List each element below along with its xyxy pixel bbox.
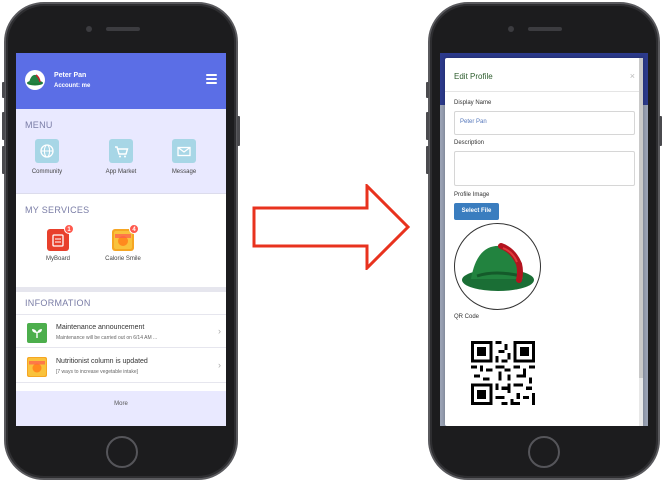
chevron-right-icon: › xyxy=(218,360,221,370)
notification-badge: 4 xyxy=(129,224,139,234)
services-section-title: MY SERVICES xyxy=(25,205,90,215)
envelope-icon xyxy=(172,139,196,163)
hamburger-menu-icon[interactable] xyxy=(206,74,217,85)
app-header: Peter Pan Account: me xyxy=(16,53,226,109)
volume-up-button xyxy=(426,112,429,140)
front-camera xyxy=(86,26,92,32)
qr-code-label: QR Code xyxy=(454,314,480,320)
menu-section-title: MENU xyxy=(25,120,53,130)
info-item-maintenance[interactable]: Maintenance announcement Maintenance wil… xyxy=(16,314,226,348)
right-screen: Edit Profile × Display Name Peter Pan De… xyxy=(440,53,648,426)
cart-icon xyxy=(109,139,133,163)
notification-badge: 1 xyxy=(64,224,74,234)
scrollbar-thumb[interactable] xyxy=(639,58,643,378)
sprout-icon xyxy=(27,323,47,343)
globe-icon xyxy=(35,139,59,163)
display-name-label: Display Name xyxy=(454,100,492,106)
profile-image-label: Profile Image xyxy=(454,192,490,198)
info-item-title: Maintenance announcement xyxy=(56,324,145,331)
front-camera xyxy=(508,26,514,32)
service-label: Calorie Smile xyxy=(105,256,141,262)
left-phone: Peter Pan Account: me MENU Community App… xyxy=(2,2,240,480)
volume-down-button xyxy=(426,146,429,174)
qr-code-icon xyxy=(471,341,535,405)
service-calorie-smile[interactable]: 4 Calorie Smile xyxy=(95,224,151,262)
edit-profile-modal: Edit Profile × Display Name Peter Pan De… xyxy=(445,58,643,426)
hat-image-icon xyxy=(462,243,534,291)
avatar[interactable] xyxy=(25,70,45,90)
service-label: MyBoard xyxy=(45,256,70,262)
speaker-grille xyxy=(528,27,562,31)
right-arrow-icon xyxy=(252,184,411,270)
mute-switch xyxy=(2,82,5,98)
more-button[interactable]: More xyxy=(16,391,226,426)
info-item-subtitle: Maintenance will be carried out on 6/14 … xyxy=(56,335,158,341)
menu-item-label: Message xyxy=(171,169,197,175)
power-button xyxy=(659,116,662,146)
speaker-grille xyxy=(106,27,140,31)
volume-up-button xyxy=(2,112,5,140)
menu-item-label: Community xyxy=(31,169,63,175)
close-icon[interactable]: × xyxy=(630,71,635,81)
information-section: INFORMATION Maintenance announcement Mai… xyxy=(16,292,226,391)
information-section-title: INFORMATION xyxy=(25,298,91,308)
right-phone: Edit Profile × Display Name Peter Pan De… xyxy=(426,2,662,480)
hat-avatar-icon xyxy=(27,74,43,86)
mute-switch xyxy=(426,82,429,98)
menu-item-label: App Market xyxy=(105,169,137,175)
select-file-button[interactable]: Select File xyxy=(454,203,499,220)
modal-title: Edit Profile xyxy=(454,72,493,81)
calorie-icon xyxy=(27,357,47,377)
menu-section: MENU Community App Market Message xyxy=(16,109,226,193)
menu-item-message[interactable]: Message xyxy=(159,139,209,175)
left-screen: Peter Pan Account: me MENU Community App… xyxy=(16,53,226,426)
home-button xyxy=(528,436,560,468)
profile-image-preview xyxy=(454,223,541,310)
menu-item-community[interactable]: Community xyxy=(22,139,72,175)
info-item-title: Nutritionist column is updated xyxy=(56,358,148,365)
description-label: Description xyxy=(454,140,485,146)
modal-scrollbar[interactable] xyxy=(639,58,643,426)
display-name-value: Peter Pan xyxy=(460,119,487,125)
menu-item-app-market[interactable]: App Market xyxy=(96,139,146,175)
modal-header: Edit Profile × xyxy=(445,58,643,92)
chevron-right-icon: › xyxy=(218,326,221,336)
info-item-nutritionist[interactable]: Nutritionist column is updated [7 ways t… xyxy=(16,349,226,383)
power-button xyxy=(237,116,240,146)
calorie-icon: 4 xyxy=(112,224,139,251)
board-icon: 1 xyxy=(47,224,74,251)
info-item-subtitle: [7 ways to increase vegetable intake] xyxy=(56,369,138,375)
services-section: MY SERVICES 1 MyBoard 4 Calorie Smile xyxy=(16,193,226,287)
home-button xyxy=(106,436,138,468)
service-myboard[interactable]: 1 MyBoard xyxy=(30,224,86,262)
volume-down-button xyxy=(2,146,5,174)
description-textarea[interactable] xyxy=(454,151,635,186)
user-name: Peter Pan xyxy=(54,72,87,79)
display-name-input[interactable]: Peter Pan xyxy=(454,111,635,135)
account-label: Account: me xyxy=(54,83,91,89)
